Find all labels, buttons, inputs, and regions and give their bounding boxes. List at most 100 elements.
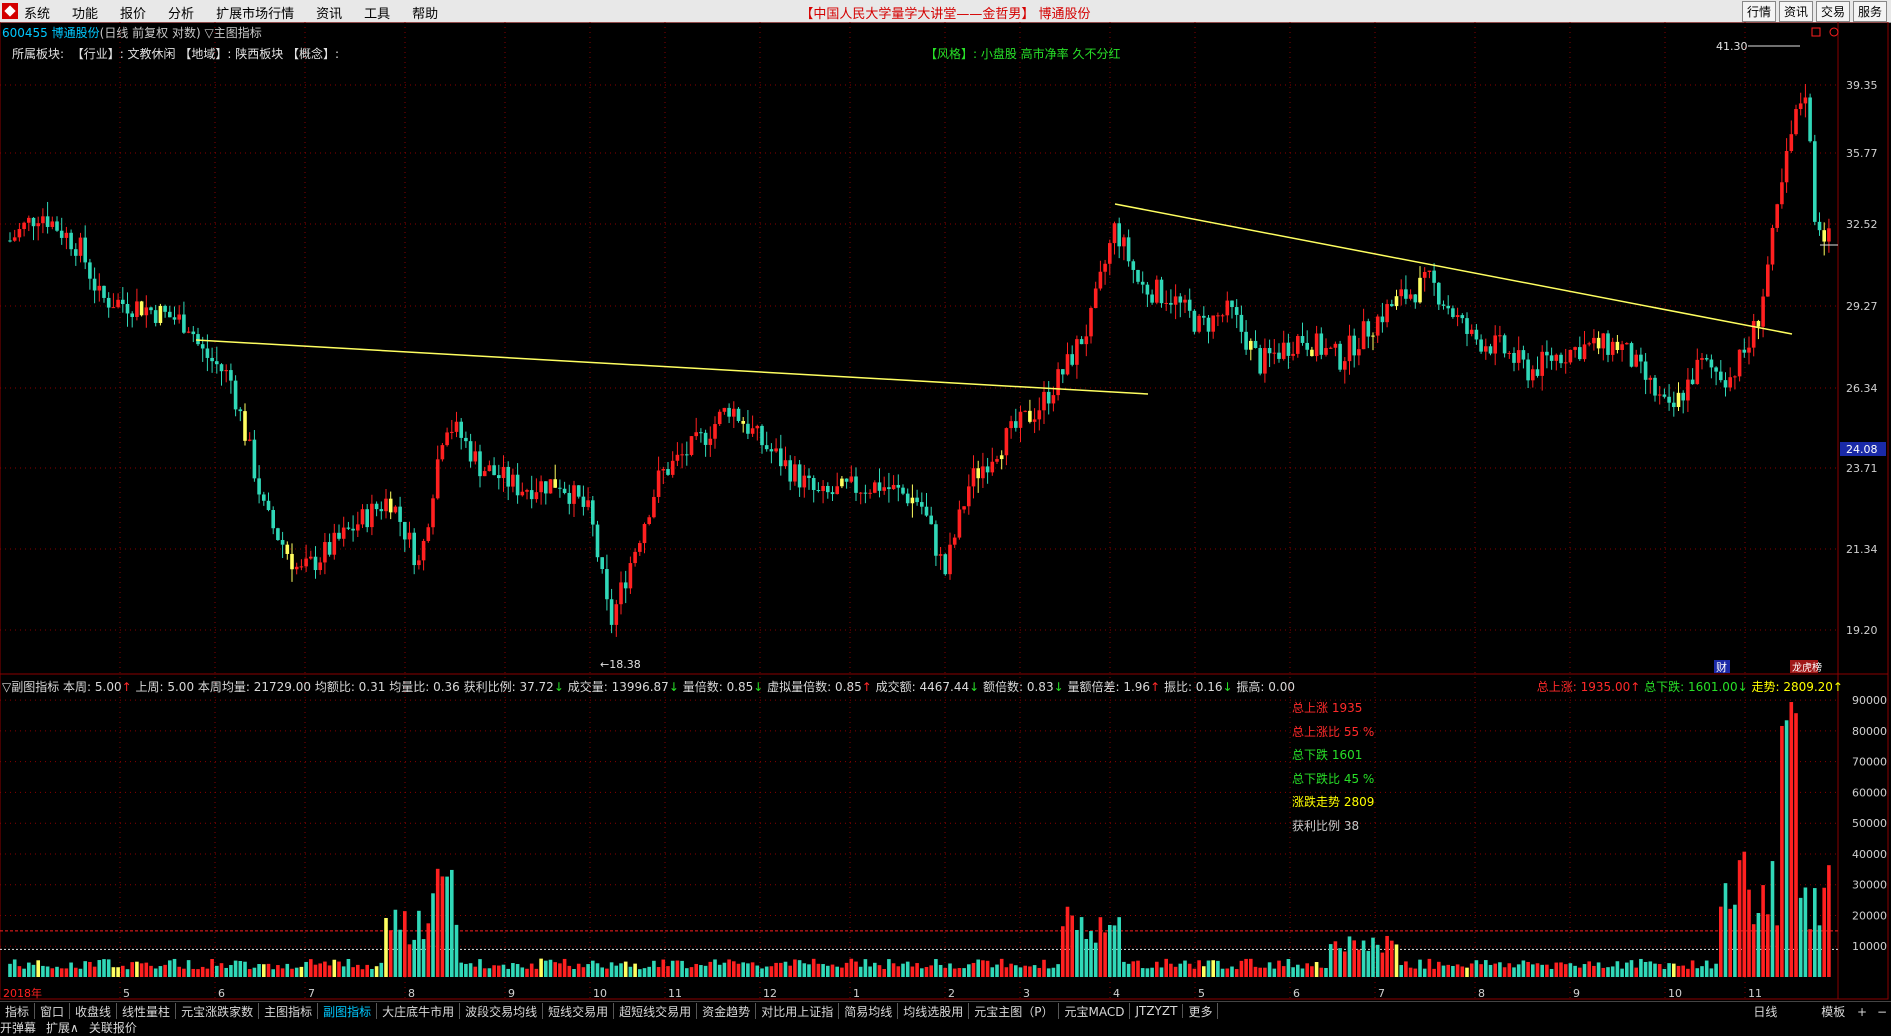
month-label: 1 — [853, 987, 860, 1000]
trend-arrow-icon: ↓ — [969, 680, 980, 694]
zoom-out-icon[interactable]: − — [1877, 1005, 1887, 1019]
month-label: 8 — [408, 987, 415, 1000]
volume-bar — [393, 909, 398, 977]
volume-bar — [1516, 964, 1521, 977]
candle-body — [271, 510, 275, 529]
candle-body — [1657, 394, 1662, 396]
tab-1[interactable]: 窗口 — [35, 1002, 71, 1020]
volume-bar — [515, 964, 520, 977]
candle-body — [83, 237, 87, 263]
volume-bar — [304, 961, 308, 977]
trade-button[interactable]: 交易 — [1815, 1, 1850, 22]
volume-bar — [1371, 937, 1375, 977]
candle-body — [1681, 392, 1685, 401]
candle-body — [431, 498, 435, 528]
tab-17[interactable]: JTZYZT — [1130, 1004, 1184, 1018]
candle-body — [1639, 354, 1643, 362]
volume-bar — [1775, 925, 1779, 977]
candle-body — [689, 436, 694, 455]
candle-body — [294, 566, 299, 570]
news-button[interactable]: 资讯 — [1778, 1, 1813, 22]
volume-bar — [492, 965, 496, 977]
candle-body — [1075, 339, 1079, 365]
candle-body — [1314, 333, 1319, 357]
candle-body — [1244, 331, 1248, 350]
kline-chart[interactable]: 39.35 35.77 32.52 29.27 26.34 23.71 21.34 19.20… — [0, 22, 1891, 1001]
candle-body — [435, 459, 440, 499]
volume-bar — [1747, 889, 1751, 977]
volume-bar — [163, 964, 167, 977]
volume-bar — [435, 868, 440, 977]
tab-18[interactable]: 更多 — [1183, 1002, 1219, 1020]
tab-5[interactable]: 主图指标 — [259, 1002, 319, 1020]
candle-body — [1070, 354, 1074, 365]
volume-bar — [1789, 702, 1794, 977]
month-label: 8 — [1478, 987, 1485, 1000]
tab-15[interactable]: 元宝主图（P） — [969, 1002, 1060, 1020]
period-button[interactable]: 日线 — [1753, 1005, 1777, 1019]
service-button[interactable]: 服务 — [1852, 1, 1887, 22]
volume-bar — [1112, 925, 1117, 977]
candle-body — [1465, 318, 1469, 334]
volume-bar — [1446, 964, 1450, 977]
volume-bar — [788, 965, 792, 977]
volume-bar — [558, 963, 562, 977]
tab-4[interactable]: 元宝涨跌家数 — [176, 1002, 260, 1020]
volume-bar — [614, 965, 619, 977]
tab-6[interactable]: 副图指标 — [318, 1002, 378, 1020]
candle-body — [1178, 296, 1183, 303]
volume-bar — [1319, 967, 1324, 977]
volume-bar — [1798, 897, 1803, 977]
tab-10[interactable]: 超短线交易用 — [614, 1002, 698, 1020]
candle-body — [445, 432, 449, 446]
stock-name[interactable]: 博通股份 — [52, 26, 100, 40]
tab-3[interactable]: 线性量柱 — [117, 1002, 177, 1020]
candle-body — [1155, 279, 1159, 303]
candle-body — [938, 554, 943, 556]
candle-body — [403, 521, 407, 540]
candle-body — [1817, 221, 1822, 231]
candle-body — [125, 303, 130, 314]
template-button[interactable]: 模板 — [1821, 1005, 1845, 1019]
volume-bar — [774, 962, 778, 977]
tab-13[interactable]: 简易均线 — [839, 1002, 899, 1020]
candle-body — [1112, 223, 1117, 244]
linked-quote-toggle[interactable]: 关联报价 — [89, 1019, 137, 1036]
candle-body — [1535, 369, 1540, 376]
candle-body — [356, 524, 360, 531]
zoom-in-icon[interactable]: + — [1857, 1005, 1867, 1019]
candle-body — [1202, 315, 1206, 318]
tab-7[interactable]: 大庄底牛市用 — [377, 1002, 461, 1020]
tab-8[interactable]: 波段交易均线 — [460, 1002, 544, 1020]
volume-bar — [967, 964, 971, 977]
candle-body — [1780, 182, 1784, 205]
candle-body — [168, 311, 172, 318]
tab-14[interactable]: 均线选股用 — [898, 1002, 970, 1020]
tab-16[interactable]: 元宝MACD — [1059, 1002, 1131, 1020]
volume-bar — [699, 965, 703, 977]
tab-11[interactable]: 资金趋势 — [697, 1002, 757, 1020]
candle-body — [332, 532, 337, 555]
volume-bar — [144, 962, 149, 977]
volume-bar — [638, 969, 642, 977]
main-indicator-selector[interactable]: ▽主图指标 — [204, 26, 261, 40]
price-axis-label: 19.20 — [1846, 624, 1878, 637]
quote-button[interactable]: 行情 — [1741, 1, 1776, 22]
candle-body — [1709, 359, 1714, 368]
volume-bar — [957, 968, 962, 977]
volume-bar — [482, 968, 487, 977]
expand-toggle[interactable]: 扩展∧ — [46, 1019, 79, 1036]
tab-2[interactable]: 收盘线 — [70, 1002, 118, 1020]
candle-body — [1206, 317, 1211, 332]
candle-body — [412, 532, 416, 566]
candle-body — [17, 229, 22, 238]
stock-code[interactable]: 600455 — [2, 26, 48, 40]
candle-body — [854, 476, 858, 493]
danmaku-toggle[interactable]: 开弹幕 — [0, 1019, 36, 1036]
tab-12[interactable]: 对比用上证指 — [756, 1002, 840, 1020]
legend-item: 总上涨比 55 % — [1292, 724, 1375, 739]
tab-9[interactable]: 短线交易用 — [543, 1002, 615, 1020]
candle-body — [1131, 261, 1136, 270]
high-price-label: 41.30 — [1716, 40, 1748, 53]
tab-0[interactable]: 指标 — [0, 1002, 36, 1020]
